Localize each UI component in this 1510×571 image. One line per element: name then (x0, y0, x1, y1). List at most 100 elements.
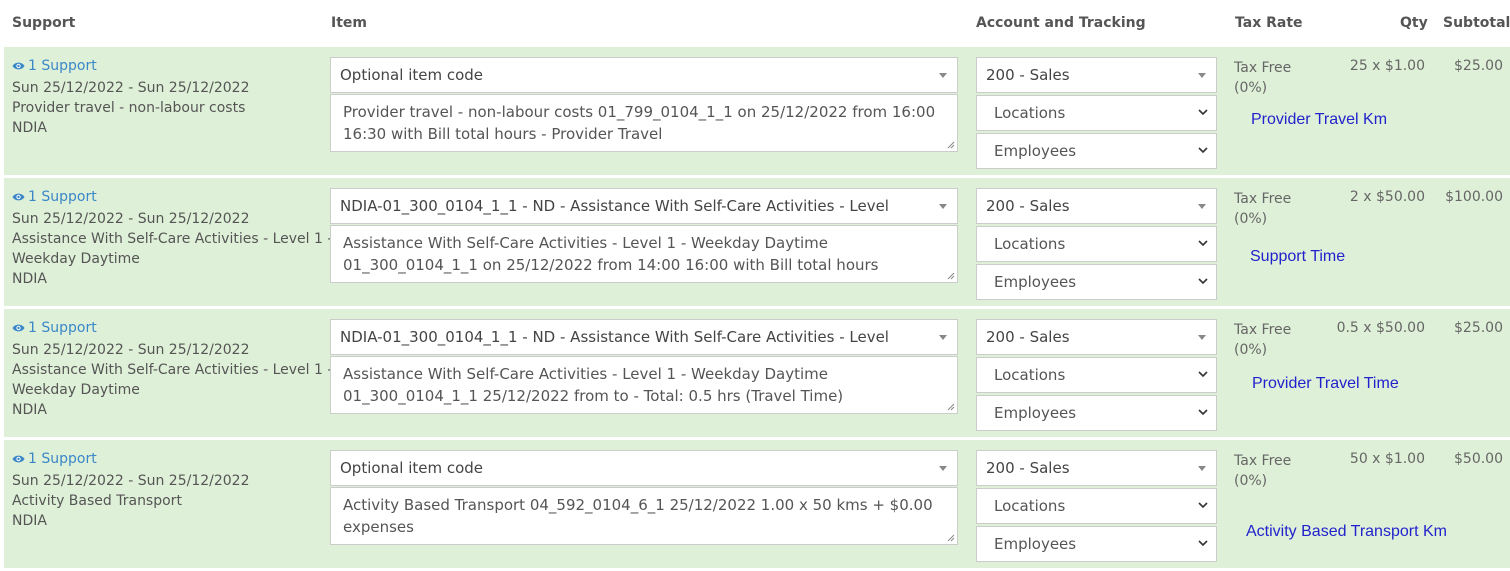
employees-dropdown[interactable]: Employees (976, 526, 1217, 562)
item-code-value: NDIA-01_300_0104_1_1 - ND - Assistance W… (340, 328, 889, 346)
table-row: 1 Support Sun 25/12/2022 - Sun 25/12/202… (4, 178, 1510, 306)
description-text: Assistance With Self-Care Activities - L… (343, 234, 879, 274)
column-header-subtotal: Subtotal (1443, 15, 1510, 31)
support-detail-line: Sun 25/12/2022 - Sun 25/12/2022 (12, 211, 250, 227)
resize-grip-icon[interactable] (947, 534, 955, 542)
employees-dropdown[interactable]: Employees (976, 133, 1217, 169)
description-textarea[interactable]: Assistance With Self-Care Activities - L… (330, 356, 958, 414)
description-text: Assistance With Self-Care Activities - L… (343, 365, 844, 405)
employees-value: Employees (994, 535, 1077, 553)
item-code-value: NDIA-01_300_0104_1_1 - ND - Assistance W… (340, 197, 889, 215)
locations-dropdown[interactable]: Locations (976, 95, 1217, 131)
line-note-label: Activity Based Transport Km (1246, 523, 1447, 540)
locations-dropdown[interactable]: Locations (976, 488, 1217, 524)
description-text: Activity Based Transport 04_592_0104_6_1… (343, 496, 933, 536)
support-detail-line: NDIA (12, 513, 47, 529)
support-link-label: 1 Support (28, 189, 97, 205)
resize-grip-icon[interactable] (947, 403, 955, 411)
tax-rate: Tax Free (0%) (1234, 58, 1291, 98)
support-detail-line: Activity Based Transport (12, 493, 182, 509)
tax-rate-percent: (0%) (1234, 211, 1268, 227)
description-textarea[interactable]: Assistance With Self-Care Activities - L… (330, 225, 958, 283)
eye-icon (12, 321, 25, 337)
locations-value: Locations (994, 497, 1066, 515)
chevron-down-icon (1198, 409, 1208, 416)
subtotal-value: $100.00 (1445, 189, 1503, 205)
tax-rate-percent: (0%) (1234, 473, 1268, 489)
subtotal-value: $25.00 (1454, 320, 1503, 336)
item-code-value: Optional item code (340, 66, 484, 84)
line-note-label: Provider Travel Km (1251, 111, 1388, 128)
support-link[interactable]: 1 Support (12, 189, 97, 206)
invoice-lines-table: Support Item Account and Tracking Tax Ra… (0, 0, 1510, 571)
employees-value: Employees (994, 404, 1077, 422)
caret-down-icon (1198, 335, 1206, 340)
column-header-item: Item (331, 15, 367, 31)
account-value: 200 - Sales (986, 197, 1070, 215)
account-select[interactable]: 200 - Sales (976, 450, 1217, 486)
support-link-label: 1 Support (28, 451, 97, 467)
chevron-down-icon (1198, 109, 1208, 116)
caret-down-icon (1198, 204, 1206, 209)
resize-grip-icon[interactable] (947, 272, 955, 280)
subtotal-value: $50.00 (1454, 451, 1503, 467)
line-note-label: Provider Travel Time (1252, 375, 1399, 392)
resize-grip-icon[interactable] (947, 141, 955, 149)
locations-value: Locations (994, 235, 1066, 253)
item-code-select[interactable]: NDIA-01_300_0104_1_1 - ND - Assistance W… (330, 319, 958, 355)
eye-icon (12, 452, 25, 468)
eye-icon (12, 190, 25, 206)
account-select[interactable]: 200 - Sales (976, 188, 1217, 224)
description-textarea[interactable]: Provider travel - non-labour costs 01_79… (330, 94, 958, 152)
tax-rate-name: Tax Free (1234, 453, 1292, 469)
support-link[interactable]: 1 Support (12, 451, 97, 468)
support-link-label: 1 Support (28, 58, 97, 74)
tax-rate: Tax Free (0%) (1234, 189, 1291, 229)
chevron-down-icon (1198, 502, 1208, 509)
description-textarea[interactable]: Activity Based Transport 04_592_0104_6_1… (330, 487, 958, 545)
tax-rate-percent: (0%) (1234, 342, 1268, 358)
qty-value: 25 x $1.00 (1349, 58, 1425, 74)
support-detail-line: NDIA (12, 402, 47, 418)
column-header-account: Account and Tracking (976, 15, 1146, 31)
caret-down-icon (1198, 466, 1206, 471)
subtotal-value: $25.00 (1454, 58, 1503, 74)
item-code-select[interactable]: Optional item code (330, 57, 958, 93)
support-link-label: 1 Support (28, 320, 97, 336)
table-row: 1 Support Sun 25/12/2022 - Sun 25/12/202… (4, 47, 1510, 175)
account-value: 200 - Sales (986, 66, 1070, 84)
description-text: Provider travel - non-labour costs 01_79… (343, 103, 936, 143)
locations-value: Locations (994, 104, 1066, 122)
item-code-select[interactable]: Optional item code (330, 450, 958, 486)
column-header-qty: Qty (1400, 15, 1428, 31)
table-row: 1 Support Sun 25/12/2022 - Sun 25/12/202… (4, 309, 1510, 437)
caret-down-icon (939, 335, 947, 340)
locations-dropdown[interactable]: Locations (976, 226, 1217, 262)
support-detail-line: Assistance With Self-Care Activities - L… (12, 362, 333, 378)
support-link[interactable]: 1 Support (12, 320, 97, 337)
tax-rate-percent: (0%) (1234, 80, 1268, 96)
support-detail-line: Weekday Daytime (12, 251, 140, 267)
support-detail-line: Assistance With Self-Care Activities - L… (12, 231, 333, 247)
support-detail-line: NDIA (12, 271, 47, 287)
support-link[interactable]: 1 Support (12, 58, 97, 75)
column-header-support: Support (12, 15, 76, 31)
caret-down-icon (939, 466, 947, 471)
table-row: 1 Support Sun 25/12/2022 - Sun 25/12/202… (4, 440, 1510, 568)
employees-dropdown[interactable]: Employees (976, 264, 1217, 300)
locations-value: Locations (994, 366, 1066, 384)
support-detail-line: Provider travel - non-labour costs (12, 100, 246, 116)
employees-dropdown[interactable]: Employees (976, 395, 1217, 431)
chevron-down-icon (1198, 278, 1208, 285)
support-detail-line: Sun 25/12/2022 - Sun 25/12/2022 (12, 80, 250, 96)
caret-down-icon (939, 204, 947, 209)
column-header-tax-rate: Tax Rate (1235, 15, 1303, 31)
locations-dropdown[interactable]: Locations (976, 357, 1217, 393)
tax-rate: Tax Free (0%) (1234, 320, 1291, 360)
account-value: 200 - Sales (986, 459, 1070, 477)
tax-rate-name: Tax Free (1234, 191, 1292, 207)
tax-rate-name: Tax Free (1234, 322, 1292, 338)
account-select[interactable]: 200 - Sales (976, 57, 1217, 93)
account-select[interactable]: 200 - Sales (976, 319, 1217, 355)
item-code-select[interactable]: NDIA-01_300_0104_1_1 - ND - Assistance W… (330, 188, 958, 224)
